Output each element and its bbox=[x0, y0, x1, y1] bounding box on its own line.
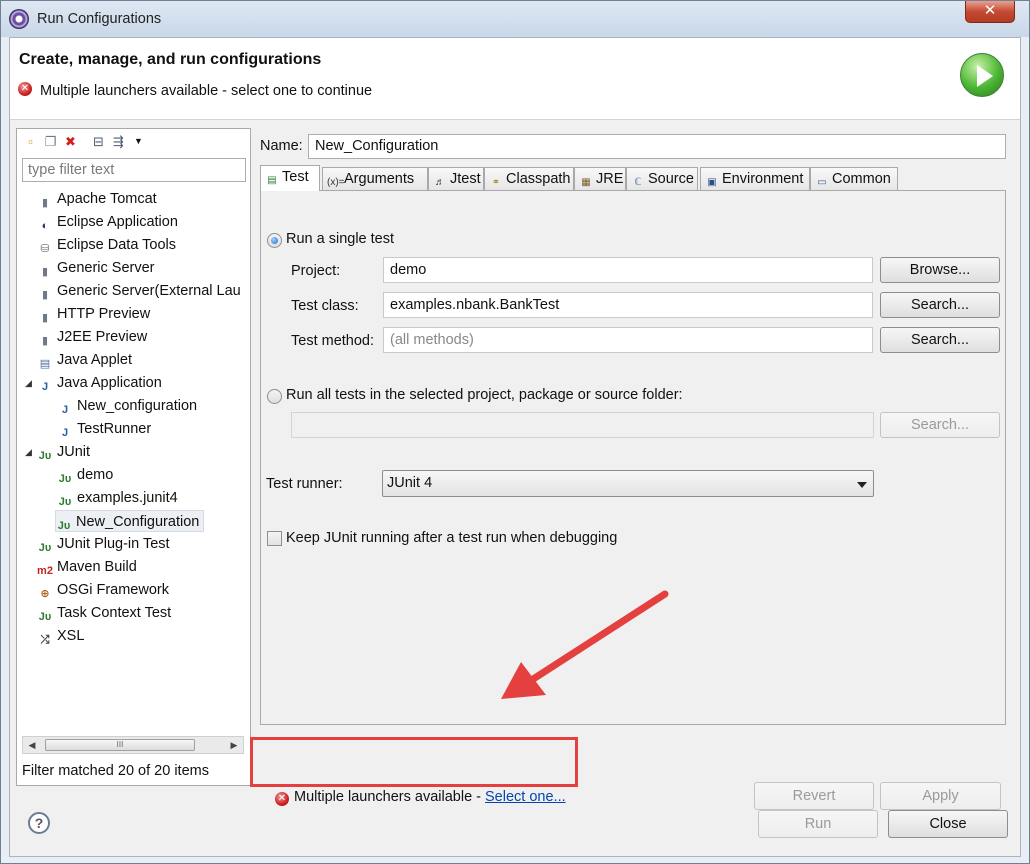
tab-label: Test bbox=[282, 169, 309, 185]
arrow-head bbox=[501, 662, 546, 699]
run-configurations-window: Run Configurations ✕ Create, manage, and… bbox=[0, 0, 1030, 864]
annotation-arrow bbox=[501, 590, 669, 699]
arrow-shaft bbox=[523, 590, 669, 687]
tab-test[interactable]: ▤ Test bbox=[260, 165, 320, 191]
test-tab-icon: ▤ bbox=[267, 175, 277, 186]
